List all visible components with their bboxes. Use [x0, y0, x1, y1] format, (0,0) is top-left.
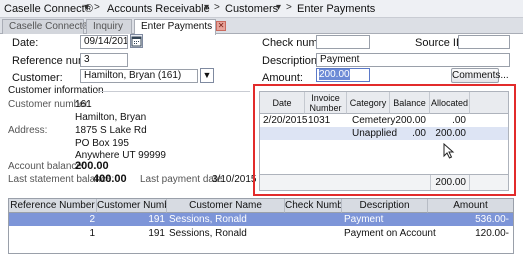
cell-description: Payment — [344, 214, 384, 225]
cell-description: Payment on Account — [344, 228, 436, 239]
table-row[interactable]: 1 191 Sessions, Ronald Payment on Accoun… — [9, 227, 513, 240]
table-row[interactable]: Unapplied .00 200.00 — [260, 127, 508, 140]
cell-customer-number: 191 — [148, 228, 165, 239]
amount-value: 200.00 — [319, 69, 350, 80]
chevron-right-icon: > — [286, 2, 292, 13]
chevron-right-icon: > — [214, 2, 220, 13]
chevron-down-icon[interactable]: ▾ — [276, 2, 281, 13]
tab-enter-payments[interactable]: Enter Payments ✕ — [134, 19, 227, 35]
column-header-check-number[interactable]: Check Number — [285, 199, 342, 213]
breadcrumb: Caselle Connect® ▾ > Accounts Receivable… — [0, 0, 523, 18]
column-header-reference-number[interactable]: Reference Number — [9, 199, 97, 213]
last-statement-balance-value: 400.00 — [93, 173, 127, 185]
mouse-cursor-icon — [443, 142, 455, 159]
cell-amount: 120.00- — [475, 228, 509, 239]
tab-label: Inquiry — [93, 21, 124, 32]
cell-customer-name: Sessions, Ronald — [169, 214, 247, 225]
date-label: Date: — [12, 37, 39, 49]
cell-reference-number: 1 — [89, 228, 95, 239]
comments-button[interactable]: Comments... — [451, 68, 509, 83]
column-header-date[interactable]: Date — [260, 92, 305, 114]
allocation-grid[interactable]: Date Invoice Number Category Balance All… — [259, 91, 509, 191]
cell-balance: 200.00 — [395, 115, 426, 126]
account-balance-value: 200.00 — [75, 160, 109, 172]
tab-label: Enter Payments — [141, 21, 213, 32]
cell-category: Unapplied — [352, 128, 398, 139]
customer-name-value: Hamilton, Bryan — [75, 112, 147, 123]
chevron-down-icon[interactable]: ▼ — [200, 68, 214, 83]
cell-amount: 536.00- — [475, 214, 509, 225]
column-header-balance[interactable]: Balance — [390, 92, 430, 114]
customer-label: Customer: — [12, 72, 63, 84]
column-header-amount[interactable]: Amount — [428, 199, 513, 213]
chevron-right-icon: > — [94, 2, 100, 13]
calendar-icon[interactable] — [130, 34, 143, 48]
tab-bar: Caselle Connect® Inquiry Enter Payments ✕ — [0, 18, 523, 35]
description-field[interactable]: Payment — [316, 53, 510, 67]
reference-number-field[interactable]: 3 — [80, 53, 128, 67]
table-row[interactable]: 2 191 Sessions, Ronald Payment 536.00- — [9, 213, 513, 226]
column-header-spacer — [470, 92, 508, 114]
tab-label: Caselle Connect® — [9, 21, 90, 32]
tab-inquiry[interactable]: Inquiry — [86, 19, 132, 34]
amount-label: Amount: — [262, 72, 303, 84]
breadcrumb-item-customers[interactable]: Customers — [225, 3, 278, 15]
cell-date: 2/20/2015 — [263, 115, 308, 126]
cell-customer-name: Sessions, Ronald — [169, 228, 247, 239]
last-payment-date-value: 3/10/2015 — [212, 174, 257, 185]
chevron-down-icon[interactable]: ▾ — [84, 2, 89, 13]
payments-table[interactable]: Reference Number Customer Number Custome… — [8, 198, 514, 254]
address-line-1: 1875 S Lake Rd — [75, 125, 147, 136]
column-header-description[interactable]: Description — [342, 199, 428, 213]
check-number-field[interactable] — [316, 35, 370, 49]
allocation-total: 200.00 — [430, 175, 470, 190]
source-id-field[interactable] — [458, 35, 510, 49]
breadcrumb-item-ar[interactable]: Accounts Receivable — [107, 3, 210, 15]
column-header-category[interactable]: Category — [347, 92, 390, 114]
address-label: Address: — [8, 125, 48, 136]
account-balance-label: Account balance: — [8, 161, 85, 172]
breadcrumb-item-caselle[interactable]: Caselle Connect® — [4, 3, 93, 15]
cell-customer-number: 191 — [148, 214, 165, 225]
allocation-total-row: 200.00 — [260, 174, 508, 190]
chevron-down-icon[interactable]: ▾ — [204, 2, 209, 13]
date-field[interactable]: 09/14/2016 — [80, 35, 128, 49]
column-header-customer-name[interactable]: Customer Name — [167, 199, 285, 213]
amount-field[interactable]: 200.00 — [316, 68, 370, 82]
column-header-invoice-number[interactable]: Invoice Number — [305, 92, 347, 114]
address-line-2: PO Box 195 — [75, 138, 129, 149]
cell-balance: .00 — [412, 128, 426, 139]
breadcrumb-item-enter-payments[interactable]: Enter Payments — [297, 3, 375, 15]
tab-caselle-connect[interactable]: Caselle Connect® — [2, 19, 90, 34]
column-header-customer-number[interactable]: Customer Number — [97, 199, 167, 213]
cell-allocated: .00 — [452, 115, 466, 126]
cell-invoice: 1031 — [308, 115, 331, 126]
cell-reference-number: 2 — [89, 214, 95, 225]
table-row[interactable]: 2/20/2015 1031 Cemetery 200.00 .00 — [260, 114, 508, 127]
close-icon[interactable]: ✕ — [216, 21, 227, 32]
divider — [96, 91, 250, 92]
customer-info-heading: Customer information — [8, 85, 104, 96]
customer-field[interactable]: Hamilton, Bryan (161) — [80, 69, 198, 83]
cell-allocated: 200.00 — [435, 128, 466, 139]
column-header-allocated[interactable]: Allocated — [430, 92, 470, 114]
description-label: Description: — [262, 55, 321, 67]
customer-number-value: 161 — [75, 99, 92, 110]
cell-category: Cemetery — [352, 115, 396, 126]
